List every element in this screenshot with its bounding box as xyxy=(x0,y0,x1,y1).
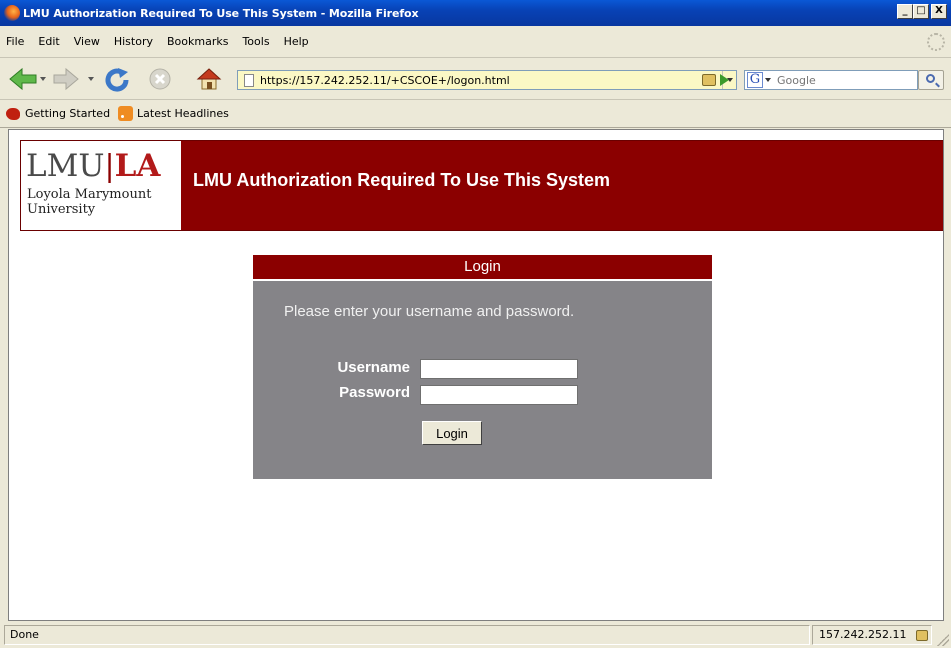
rss-feed-icon xyxy=(118,106,134,121)
status-host: 157.242.252.11 xyxy=(819,628,907,641)
search-input[interactable] xyxy=(775,72,895,88)
menu-items: File Edit View History Bookmarks Tools H… xyxy=(0,26,951,48)
lmu-logo: LMU|LA Loyola Marymount University xyxy=(21,141,182,230)
home-icon[interactable] xyxy=(196,67,222,91)
bookmark-latest-headlines[interactable]: Latest Headlines xyxy=(118,106,229,121)
logo-lmu-text: LMU xyxy=(26,148,105,184)
menu-history[interactable]: History xyxy=(114,35,153,48)
logo-separator: | xyxy=(104,149,115,184)
menu-tools[interactable]: Tools xyxy=(242,35,269,48)
firefox-bookmark-icon xyxy=(6,107,20,120)
logo-university-name: Loyola Marymount University xyxy=(27,187,151,217)
menu-file[interactable]: File xyxy=(6,35,24,48)
minimize-button[interactable]: _ xyxy=(897,4,913,19)
logo-wordmark: LMU|LA xyxy=(26,149,160,184)
login-form: Please enter your username and password.… xyxy=(253,281,712,479)
throbber-icon xyxy=(927,33,945,51)
forward-arrow-icon[interactable] xyxy=(52,67,80,91)
magnifier-icon xyxy=(926,74,935,83)
padlock-icon[interactable] xyxy=(702,74,716,86)
logo-line-1: Loyola Marymount xyxy=(27,187,152,202)
window-title: LMU Authorization Required To Use This S… xyxy=(23,6,419,20)
go-arrow-icon[interactable] xyxy=(720,74,729,86)
title-bar[interactable]: LMU Authorization Required To Use This S… xyxy=(0,0,951,26)
username-input[interactable] xyxy=(420,359,578,379)
status-text: Done xyxy=(4,625,810,645)
logo-la-text: LA xyxy=(114,148,161,184)
forward-history-dropdown-icon[interactable] xyxy=(88,77,94,81)
address-bar[interactable]: https://157.242.252.11/+CSCOE+/logon.htm… xyxy=(237,70,737,90)
address-url[interactable]: https://157.242.252.11/+CSCOE+/logon.htm… xyxy=(260,74,702,87)
resize-grip-icon[interactable] xyxy=(937,634,949,646)
search-box[interactable]: G xyxy=(744,70,918,90)
back-arrow-icon[interactable] xyxy=(8,67,38,91)
reload-icon[interactable] xyxy=(104,67,132,93)
status-bar: Done 157.242.252.11 xyxy=(0,622,951,648)
menu-bar: File Edit View History Bookmarks Tools H… xyxy=(0,26,951,58)
password-label: Password xyxy=(339,384,410,401)
bookmarks-toolbar: Getting Started Latest Headlines xyxy=(0,100,951,128)
menu-view[interactable]: View xyxy=(74,35,100,48)
window-controls: _ □ X xyxy=(897,4,947,19)
maximize-button[interactable]: □ xyxy=(913,4,929,19)
status-padlock-icon[interactable] xyxy=(916,629,929,641)
browser-window: LMU Authorization Required To Use This S… xyxy=(0,0,951,648)
login-header: Login xyxy=(253,255,712,279)
header-banner: LMU|LA Loyola Marymount University LMU A… xyxy=(20,140,943,231)
search-engine-dropdown-icon[interactable] xyxy=(765,78,771,82)
username-label: Username xyxy=(337,359,410,376)
login-panel: Login Please enter your username and pas… xyxy=(253,255,712,479)
page-icon xyxy=(244,73,254,87)
close-button[interactable]: X xyxy=(931,4,947,19)
login-instructions: Please enter your username and password. xyxy=(284,303,575,320)
banner-title: LMU Authorization Required To Use This S… xyxy=(193,170,611,190)
navigation-toolbar: https://157.242.252.11/+CSCOE+/logon.htm… xyxy=(0,58,951,100)
bookmark-label: Getting Started xyxy=(25,107,111,120)
firefox-icon xyxy=(4,5,20,21)
logo-line-2: University xyxy=(27,202,96,217)
menu-bookmarks[interactable]: Bookmarks xyxy=(167,35,228,48)
stop-icon[interactable] xyxy=(148,67,172,91)
status-host-panel[interactable]: 157.242.252.11 xyxy=(812,625,932,645)
login-button[interactable]: Login xyxy=(422,421,482,445)
bookmark-label: Latest Headlines xyxy=(137,107,229,120)
search-button[interactable] xyxy=(918,70,944,90)
page-content: LMU|LA Loyola Marymount University LMU A… xyxy=(8,129,944,621)
google-engine-icon[interactable]: G xyxy=(747,72,763,88)
menu-help[interactable]: Help xyxy=(284,35,309,48)
back-history-dropdown-icon[interactable] xyxy=(40,77,46,81)
menu-edit[interactable]: Edit xyxy=(38,35,59,48)
bookmark-getting-started[interactable]: Getting Started xyxy=(6,107,110,120)
password-input[interactable] xyxy=(420,385,578,405)
